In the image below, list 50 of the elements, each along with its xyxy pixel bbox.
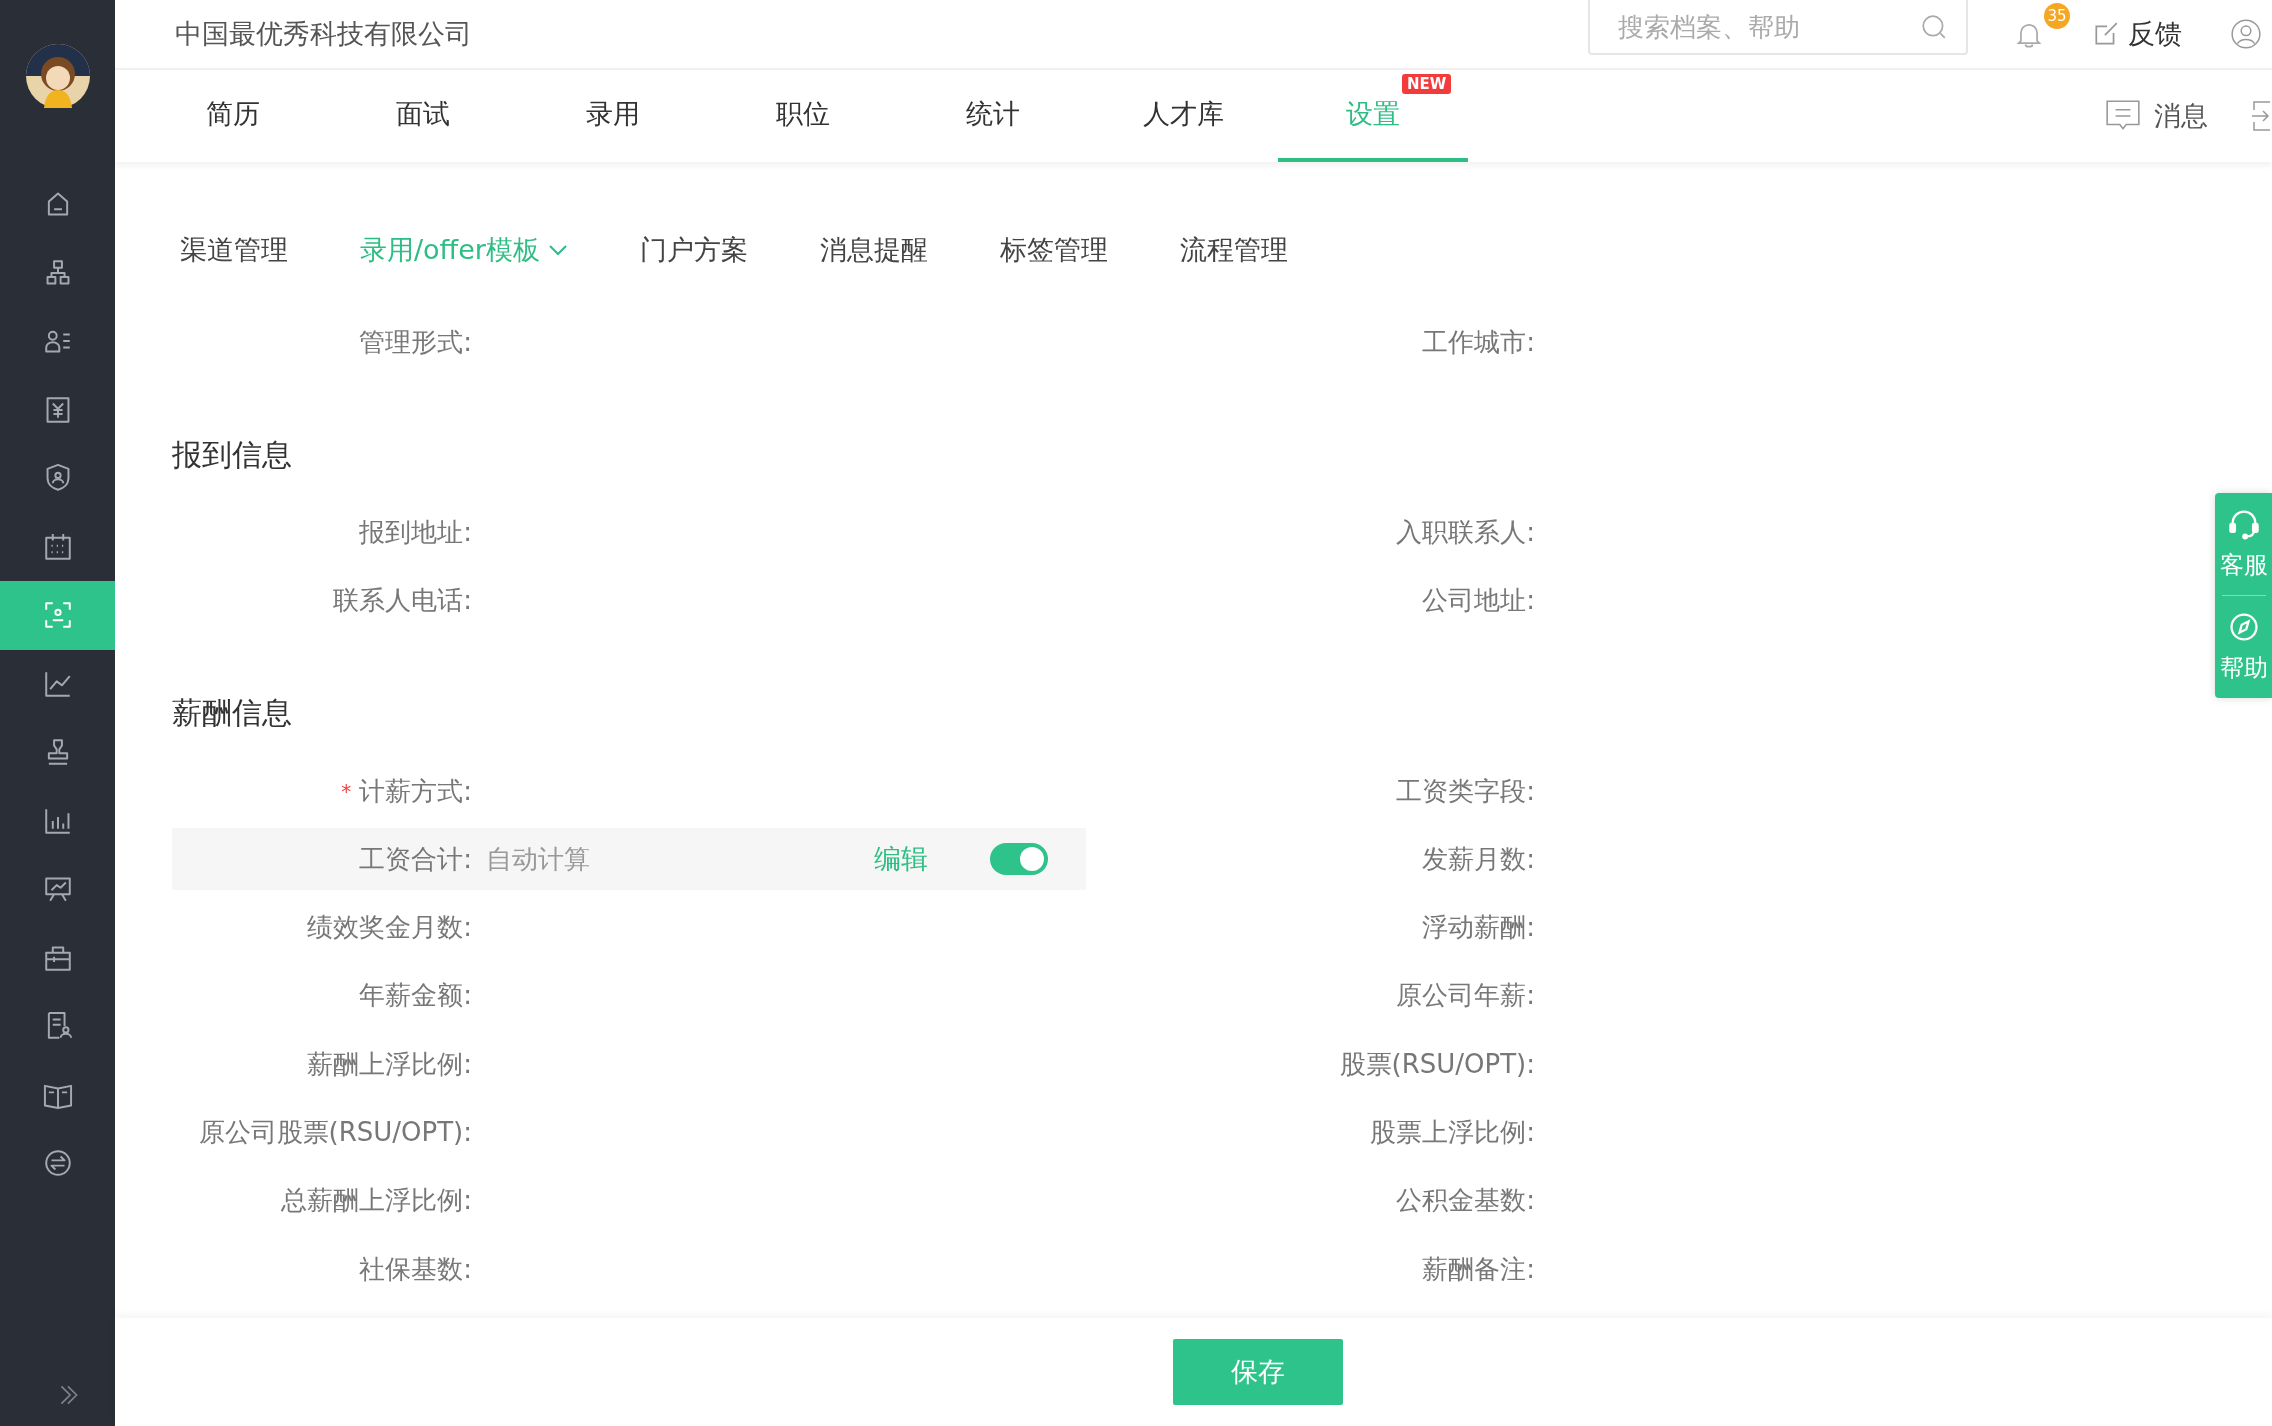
headset-icon bbox=[2226, 507, 2261, 541]
field-label: 浮动薪酬: bbox=[1422, 911, 1535, 945]
sub-tab[interactable]: 门户方案 bbox=[639, 232, 748, 268]
field-label: 计薪方式: bbox=[359, 774, 472, 808]
feedback-button[interactable]: 反馈 bbox=[2092, 16, 2182, 52]
field-label: 总薪酬上浮比例: bbox=[281, 1184, 472, 1218]
field-label: 薪酬上浮比例: bbox=[307, 1047, 472, 1081]
required-mark: * bbox=[341, 779, 352, 804]
nav-tab[interactable]: 设置 NEW bbox=[1278, 70, 1468, 162]
sub-tab[interactable]: 渠道管理 bbox=[180, 232, 288, 268]
nav-tab[interactable]: 面试 bbox=[328, 70, 518, 162]
sub-tab[interactable]: 消息提醒 bbox=[819, 232, 928, 268]
field-label: 社保基数: bbox=[359, 1252, 472, 1286]
new-badge: NEW bbox=[1402, 74, 1452, 94]
field-label: 工资合计: bbox=[359, 842, 472, 876]
search-field[interactable]: 搜索档案、帮助 bbox=[1590, 0, 1966, 53]
nav-tab[interactable]: 统计 bbox=[898, 70, 1088, 162]
nav-tab[interactable]: 录用 bbox=[518, 70, 708, 162]
field-label: 发薪月数: bbox=[1422, 842, 1535, 876]
field-value: 自动计算 bbox=[485, 842, 591, 876]
section-title: 薪酬信息 bbox=[172, 694, 292, 733]
field-label: 工作城市: bbox=[1422, 325, 1535, 359]
search-icon[interactable] bbox=[1920, 13, 1948, 41]
field-label: 原公司年薪: bbox=[1396, 979, 1535, 1013]
field-label: 绩效奖金月数: bbox=[307, 911, 472, 945]
field-label: 薪酬备注: bbox=[1422, 1252, 1535, 1286]
field-label: 年薪金额: bbox=[359, 979, 472, 1013]
section-title: 报到信息 bbox=[172, 435, 292, 474]
field-label: 公司地址: bbox=[1422, 584, 1535, 618]
field-label: 管理形式: bbox=[359, 325, 472, 359]
notification-badge: 35 bbox=[2044, 3, 2070, 29]
messages-button[interactable]: 消息 bbox=[2104, 97, 2208, 135]
toggle-switch[interactable] bbox=[990, 843, 1048, 876]
field-label: 工资类字段: bbox=[1396, 774, 1535, 808]
field-label: 入职联系人: bbox=[1396, 515, 1535, 549]
field-label: 公积金基数: bbox=[1396, 1184, 1535, 1218]
nav-tab[interactable]: 简历 bbox=[138, 70, 328, 162]
nav-tab[interactable]: 人才库 bbox=[1088, 70, 1278, 162]
sub-tab[interactable]: 标签管理 bbox=[999, 232, 1108, 268]
field-label: 股票上浮比例: bbox=[1370, 1116, 1535, 1149]
field-label: 股票(RSU/OPT): bbox=[1339, 1047, 1535, 1081]
sub-tab[interactable]: 流程管理 bbox=[1179, 232, 1288, 268]
field-label: 联系人电话: bbox=[333, 584, 472, 618]
edit-icon bbox=[2092, 20, 2120, 48]
company-name: 中国最优秀科技有限公司 bbox=[175, 17, 472, 51]
user-icon[interactable] bbox=[2230, 18, 2262, 50]
field-label: 报到地址: bbox=[359, 515, 472, 549]
field-label: 原公司股票(RSU/OPT): bbox=[198, 1116, 472, 1149]
avatar[interactable] bbox=[25, 44, 90, 108]
nav-tab[interactable]: 职位 bbox=[708, 70, 898, 162]
